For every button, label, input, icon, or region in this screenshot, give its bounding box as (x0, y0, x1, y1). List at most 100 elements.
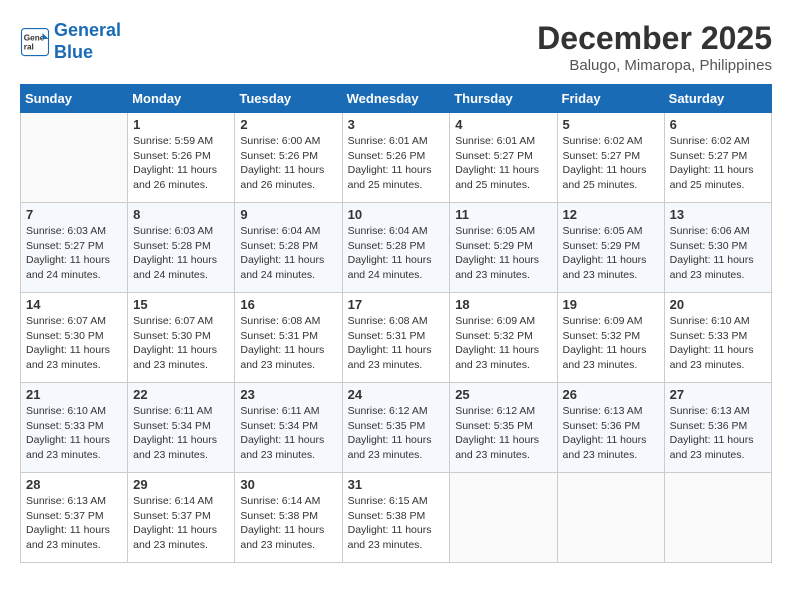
calendar-cell: 14Sunrise: 6:07 AM Sunset: 5:30 PM Dayli… (21, 293, 128, 383)
day-info: Sunrise: 6:04 AM Sunset: 5:28 PM Dayligh… (240, 224, 336, 283)
calendar-week-row: 28 Sunrise: 6:13 AM Sunset: 5:37 PM Dayli… (21, 473, 772, 563)
day-info: Sunrise: 6:04 AM Sunset: 5:28 PM Dayligh… (348, 224, 445, 283)
day-number: 20 (670, 297, 766, 312)
calendar-week-row: 21 Sunrise: 6:10 AM Sunset: 5:33 PM Dayli… (21, 383, 772, 473)
calendar-cell: 25 Sunrise: 6:12 AM Sunset: 5:35 PM Dayli… (450, 383, 557, 473)
calendar-cell: 2 Sunrise: 6:00 AM Sunset: 5:26 PM Daylig… (235, 113, 342, 203)
day-number: 9 (240, 207, 336, 222)
day-number: 19 (563, 297, 659, 312)
calendar-cell: 18Sunrise: 6:09 AM Sunset: 5:32 PM Dayli… (450, 293, 557, 383)
day-info: Sunrise: 6:02 AM Sunset: 5:27 PM Dayligh… (670, 134, 766, 193)
day-number: 28 (26, 477, 122, 492)
day-info: Sunrise: 6:02 AM Sunset: 5:27 PM Dayligh… (563, 134, 659, 193)
calendar-cell: 4Sunrise: 6:01 AM Sunset: 5:27 PM Daylig… (450, 113, 557, 203)
calendar-week-row: 14Sunrise: 6:07 AM Sunset: 5:30 PM Dayli… (21, 293, 772, 383)
day-info: Sunrise: 6:06 AM Sunset: 5:30 PM Dayligh… (670, 224, 766, 283)
weekday-header-saturday: Saturday (664, 85, 771, 113)
day-number: 10 (348, 207, 445, 222)
day-info: Sunrise: 6:01 AM Sunset: 5:26 PM Dayligh… (348, 134, 445, 193)
calendar-cell: 11Sunrise: 6:05 AM Sunset: 5:29 PM Dayli… (450, 203, 557, 293)
calendar-cell: 7Sunrise: 6:03 AM Sunset: 5:27 PM Daylig… (21, 203, 128, 293)
weekday-header-friday: Friday (557, 85, 664, 113)
calendar-cell: 24 Sunrise: 6:12 AM Sunset: 5:35 PM Dayli… (342, 383, 450, 473)
calendar-cell (450, 473, 557, 563)
day-number: 15 (133, 297, 229, 312)
day-info: Sunrise: 6:10 AM Sunset: 5:33 PM Dayligh… (26, 404, 122, 463)
day-info: Sunrise: 6:14 AM Sunset: 5:37 PM Dayligh… (133, 494, 229, 553)
day-info: Sunrise: 6:00 AM Sunset: 5:26 PM Dayligh… (240, 134, 336, 193)
month-title: December 2025 (537, 20, 772, 57)
calendar-cell: 28 Sunrise: 6:13 AM Sunset: 5:37 PM Dayli… (21, 473, 128, 563)
day-number: 22 (133, 387, 229, 402)
calendar-cell: 20 Sunrise: 6:10 AM Sunset: 5:33 PM Dayli… (664, 293, 771, 383)
day-number: 27 (670, 387, 766, 402)
calendar-cell: 12 Sunrise: 6:05 AM Sunset: 5:29 PM Dayli… (557, 203, 664, 293)
day-number: 11 (455, 207, 551, 222)
svg-text:ral: ral (24, 42, 34, 51)
day-info: Sunrise: 6:13 AM Sunset: 5:36 PM Dayligh… (563, 404, 659, 463)
calendar-cell: 29 Sunrise: 6:14 AM Sunset: 5:37 PM Dayli… (128, 473, 235, 563)
day-info: Sunrise: 6:15 AM Sunset: 5:38 PM Dayligh… (348, 494, 445, 553)
day-info: Sunrise: 6:12 AM Sunset: 5:35 PM Dayligh… (455, 404, 551, 463)
day-number: 17 (348, 297, 445, 312)
day-info: Sunrise: 6:05 AM Sunset: 5:29 PM Dayligh… (563, 224, 659, 283)
weekday-header-wednesday: Wednesday (342, 85, 450, 113)
calendar-cell: 23 Sunrise: 6:11 AM Sunset: 5:34 PM Dayli… (235, 383, 342, 473)
day-info: Sunrise: 5:59 AM Sunset: 5:26 PM Dayligh… (133, 134, 229, 193)
day-number: 21 (26, 387, 122, 402)
calendar-cell: 9 Sunrise: 6:04 AM Sunset: 5:28 PM Daylig… (235, 203, 342, 293)
day-number: 4 (455, 117, 551, 132)
calendar-cell: 21 Sunrise: 6:10 AM Sunset: 5:33 PM Dayli… (21, 383, 128, 473)
logo-text: General Blue (54, 20, 121, 63)
day-number: 12 (563, 207, 659, 222)
calendar-cell: 10 Sunrise: 6:04 AM Sunset: 5:28 PM Dayli… (342, 203, 450, 293)
calendar-cell: 22Sunrise: 6:11 AM Sunset: 5:34 PM Dayli… (128, 383, 235, 473)
calendar-cell: 16 Sunrise: 6:08 AM Sunset: 5:31 PM Dayli… (235, 293, 342, 383)
calendar-cell: 3 Sunrise: 6:01 AM Sunset: 5:26 PM Daylig… (342, 113, 450, 203)
day-number: 18 (455, 297, 551, 312)
day-info: Sunrise: 6:11 AM Sunset: 5:34 PM Dayligh… (240, 404, 336, 463)
day-number: 6 (670, 117, 766, 132)
day-info: Sunrise: 6:13 AM Sunset: 5:37 PM Dayligh… (26, 494, 122, 553)
calendar-cell: 15 Sunrise: 6:07 AM Sunset: 5:30 PM Dayli… (128, 293, 235, 383)
calendar-cell: 19Sunrise: 6:09 AM Sunset: 5:32 PM Dayli… (557, 293, 664, 383)
day-number: 13 (670, 207, 766, 222)
day-info: Sunrise: 6:10 AM Sunset: 5:33 PM Dayligh… (670, 314, 766, 373)
calendar-cell: 31 Sunrise: 6:15 AM Sunset: 5:38 PM Dayli… (342, 473, 450, 563)
day-info: Sunrise: 6:07 AM Sunset: 5:30 PM Dayligh… (26, 314, 122, 373)
weekday-header-tuesday: Tuesday (235, 85, 342, 113)
day-number: 2 (240, 117, 336, 132)
day-number: 8 (133, 207, 229, 222)
calendar-cell: 30Sunrise: 6:14 AM Sunset: 5:38 PM Dayli… (235, 473, 342, 563)
day-number: 23 (240, 387, 336, 402)
calendar-table: SundayMondayTuesdayWednesdayThursdayFrid… (20, 84, 772, 563)
day-info: Sunrise: 6:03 AM Sunset: 5:28 PM Dayligh… (133, 224, 229, 283)
day-number: 29 (133, 477, 229, 492)
title-area: December 2025 Balugo, Mimaropa, Philippi… (537, 20, 772, 74)
logo: Gene- ral General Blue (20, 20, 121, 63)
day-info: Sunrise: 6:14 AM Sunset: 5:38 PM Dayligh… (240, 494, 336, 553)
day-info: Sunrise: 6:13 AM Sunset: 5:36 PM Dayligh… (670, 404, 766, 463)
day-number: 3 (348, 117, 445, 132)
weekday-header-sunday: Sunday (21, 85, 128, 113)
day-number: 25 (455, 387, 551, 402)
day-number: 5 (563, 117, 659, 132)
calendar-week-row: 1 Sunrise: 5:59 AM Sunset: 5:26 PM Daylig… (21, 113, 772, 203)
day-number: 31 (348, 477, 445, 492)
calendar-cell: 1 Sunrise: 5:59 AM Sunset: 5:26 PM Daylig… (128, 113, 235, 203)
day-info: Sunrise: 6:08 AM Sunset: 5:31 PM Dayligh… (348, 314, 445, 373)
day-number: 16 (240, 297, 336, 312)
calendar-cell: 26 Sunrise: 6:13 AM Sunset: 5:36 PM Dayli… (557, 383, 664, 473)
day-info: Sunrise: 6:08 AM Sunset: 5:31 PM Dayligh… (240, 314, 336, 373)
day-number: 24 (348, 387, 445, 402)
calendar-cell (557, 473, 664, 563)
calendar-cell: 8 Sunrise: 6:03 AM Sunset: 5:28 PM Daylig… (128, 203, 235, 293)
calendar-cell (21, 113, 128, 203)
calendar-week-row: 7Sunrise: 6:03 AM Sunset: 5:27 PM Daylig… (21, 203, 772, 293)
day-number: 1 (133, 117, 229, 132)
day-number: 26 (563, 387, 659, 402)
page-header: Gene- ral General Blue December 2025 Bal… (20, 20, 772, 74)
day-info: Sunrise: 6:07 AM Sunset: 5:30 PM Dayligh… (133, 314, 229, 373)
day-info: Sunrise: 6:12 AM Sunset: 5:35 PM Dayligh… (348, 404, 445, 463)
logo-icon: Gene- ral (20, 27, 50, 57)
